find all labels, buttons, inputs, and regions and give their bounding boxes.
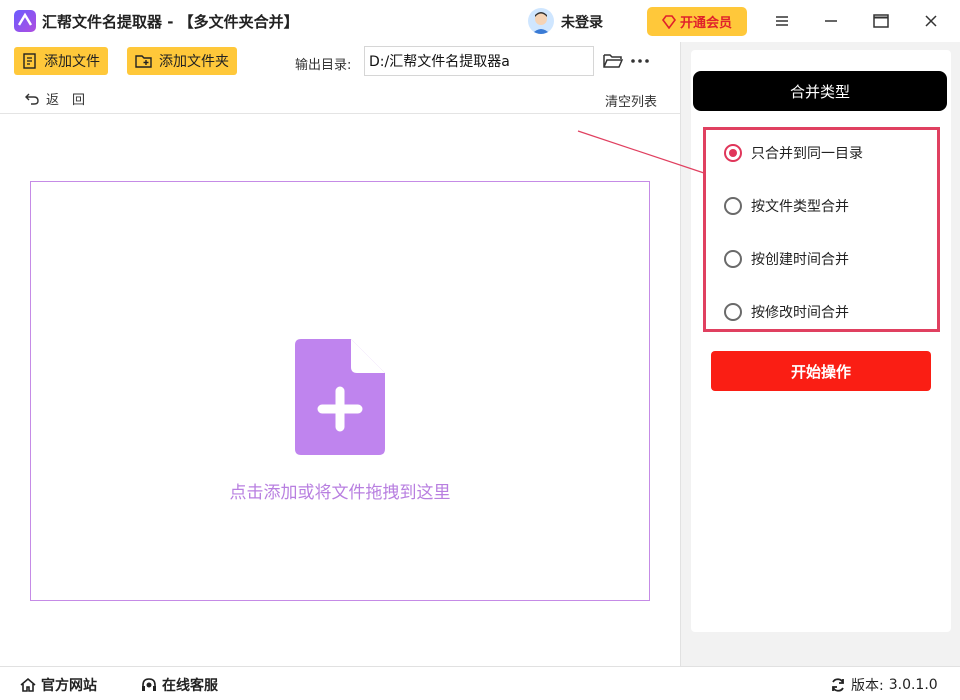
option-by-type[interactable]: 按文件类型合并 [724,196,849,216]
add-file-icon [23,53,36,69]
radio-by-type[interactable] [724,197,742,215]
merge-type-header: 合并类型 [693,71,947,111]
radio-same-dir[interactable] [724,144,742,162]
option-by-created[interactable]: 按创建时间合并 [724,249,849,269]
app-window: 汇帮文件名提取器 - 【多文件夹合并】 未登录 开通会员 添加文件 添加文件夹 … [0,0,960,700]
radio-by-modified[interactable] [724,303,742,321]
clear-list-button[interactable]: 清空列表 [605,91,657,110]
maximize-icon[interactable] [868,8,894,34]
login-status[interactable]: 未登录 [561,12,603,32]
back-arrow-icon [25,93,39,105]
option-label: 按创建时间合并 [751,252,849,268]
minimize-icon[interactable] [818,8,844,34]
title-bar: 汇帮文件名提取器 - 【多文件夹合并】 未登录 开通会员 [0,0,960,42]
output-dir-label: 输出目录: [295,58,352,73]
support-label: 在线客服 [162,678,218,694]
version-info: 版本: 3.0.1.0 [830,675,938,695]
website-link[interactable]: 官方网站 [20,675,97,695]
home-icon [20,677,36,692]
support-link[interactable]: 在线客服 [141,675,218,695]
status-bar: 官方网站 在线客服 版本: 3.0.1.0 [0,666,960,700]
option-label: 只合并到同一目录 [751,146,863,162]
back-button[interactable]: 返 回 [24,89,85,108]
add-folder-icon [135,55,152,68]
merge-settings-card: 合并类型 只合并到同一目录 按文件类型合并 按创建时间合并 按修改时间合并 开始… [691,50,951,632]
settings-panel: 合并类型 只合并到同一目录 按文件类型合并 按创建时间合并 按修改时间合并 开始… [680,42,960,666]
diamond-icon [661,14,676,29]
toolbar: 添加文件 添加文件夹 输出目录: 返 回 [0,42,680,114]
vip-label: 开通会员 [679,16,732,31]
option-label: 按修改时间合并 [751,305,849,321]
app-logo-icon [14,10,36,32]
more-options-icon[interactable] [629,51,651,71]
version-number: 3.0.1.0 [888,677,938,693]
website-label: 官方网站 [41,678,97,694]
add-folder-button[interactable]: 添加文件夹 [127,47,237,75]
window-title: 汇帮文件名提取器 - 【多文件夹合并】 [42,13,299,31]
add-file-label: 添加文件 [44,54,100,70]
option-by-modified[interactable]: 按修改时间合并 [724,302,849,322]
option-same-dir[interactable]: 只合并到同一目录 [724,143,863,163]
output-dir-input[interactable] [364,46,594,76]
start-button[interactable]: 开始操作 [711,351,931,391]
add-file-plus-icon [295,339,385,455]
back-label: 返 回 [46,93,86,108]
add-file-button[interactable]: 添加文件 [14,47,108,75]
headset-icon [142,678,156,691]
user-avatar-icon[interactable] [528,8,554,34]
folder-open-icon[interactable] [602,51,624,71]
menu-icon[interactable] [769,8,795,34]
refresh-icon[interactable] [830,677,846,693]
add-folder-label: 添加文件夹 [159,54,229,70]
option-label: 按文件类型合并 [751,199,849,215]
file-panel: 添加文件 添加文件夹 输出目录: 返 回 [0,42,680,666]
drop-hint: 点击添加或将文件拖拽到这里 [229,483,451,503]
file-drop-zone[interactable]: 点击添加或将文件拖拽到这里 [30,181,650,601]
vip-button[interactable]: 开通会员 [647,7,747,36]
radio-by-created[interactable] [724,250,742,268]
close-icon[interactable] [918,8,944,34]
merge-options-group: 只合并到同一目录 按文件类型合并 按创建时间合并 按修改时间合并 [703,127,940,332]
version-prefix: 版本: [851,678,884,694]
